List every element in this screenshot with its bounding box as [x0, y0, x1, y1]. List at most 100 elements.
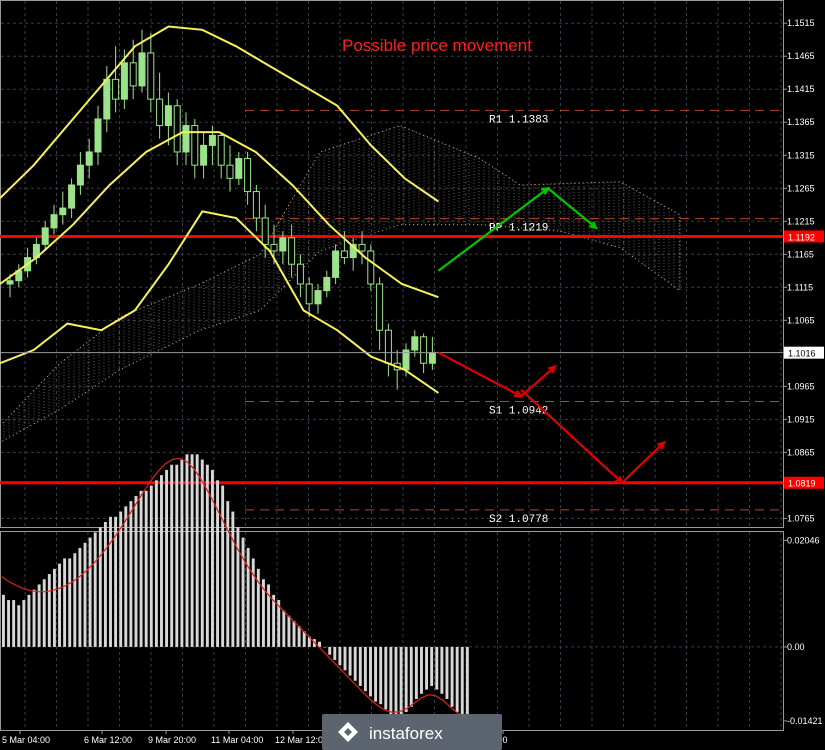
macd-histogram-bar	[129, 501, 133, 647]
x-tick-label: 6 Mar 12:00	[84, 735, 132, 745]
candle-body	[182, 125, 190, 153]
candle-body	[164, 105, 172, 127]
x-tick-label: 5 Mar 04:00	[2, 735, 50, 745]
macd-histogram-bar	[440, 646, 444, 694]
macd-histogram-bar	[414, 646, 418, 699]
y-tick-label: 1.1515	[787, 18, 815, 28]
macd-histogram-bar	[190, 454, 194, 647]
macd-histogram-bar	[353, 646, 357, 681]
macd-histogram-bar	[58, 563, 61, 647]
macd-histogram-bar	[63, 558, 67, 647]
macd-histogram-bar	[154, 480, 158, 647]
candle-body	[68, 184, 76, 209]
y-tick-label: 1.0965	[787, 381, 815, 391]
y-tick-label: 1.1365	[787, 117, 815, 127]
macd-histogram-bar	[47, 574, 51, 647]
macd-histogram-bar	[358, 646, 362, 686]
y-tick-label: 1.1215	[787, 216, 815, 226]
macd-histogram-bar	[78, 548, 82, 647]
macd-histogram-bar	[134, 495, 138, 647]
current-price-label: 1.1016	[788, 349, 816, 359]
macd-histogram-bar	[338, 646, 342, 666]
y-tick-label: 1.1265	[787, 183, 815, 193]
candle-body	[200, 144, 208, 166]
price-chart: 1.1515 1.1465 1.1415 1.1365 1.1315 1.1265 1.12…	[0, 0, 824, 750]
macd-histogram-bar	[369, 646, 372, 697]
macd-histogram-bar	[435, 646, 439, 690]
candle-body	[94, 118, 102, 153]
macd-histogram-bar	[236, 527, 240, 647]
candle-body	[235, 158, 243, 179]
candle-body	[85, 151, 93, 166]
candle-body	[261, 217, 269, 245]
price-marker-label: 1.1192	[788, 232, 815, 242]
macd-histogram-bar	[379, 646, 383, 705]
macd-histogram-bar	[231, 511, 235, 647]
candle-body	[314, 290, 322, 305]
candle-body	[59, 207, 67, 216]
macd-histogram-bar	[445, 646, 449, 699]
y-tick-label: 1.1065	[787, 315, 815, 325]
pivot-level-r1-label: R1 1.1383	[489, 114, 548, 126]
macd-histogram-bar	[333, 646, 337, 660]
y-tick-label: 1.1165	[787, 249, 814, 259]
macd-histogram-bar	[17, 605, 21, 647]
macd-histogram-bar	[195, 454, 199, 647]
macd-histogram-bar	[323, 646, 327, 648]
candle-body	[147, 52, 155, 100]
macd-histogram-bar	[2, 594, 5, 647]
macd-histogram-bar	[465, 646, 469, 719]
macd-histogram-bar	[185, 454, 189, 647]
macd-histogram-bar	[287, 615, 291, 647]
macd-histogram-bar	[297, 626, 301, 647]
macd-histogram-bar	[430, 646, 434, 686]
macd-histogram-bar	[27, 594, 31, 647]
macd-histogram-bar	[404, 646, 408, 712]
macd-histogram-bar	[394, 646, 398, 720]
macd-histogram-bar	[32, 589, 36, 647]
watermark-text: instaforex	[369, 724, 443, 743]
macd-histogram-bar	[246, 548, 250, 647]
macd-histogram-bar	[216, 480, 220, 647]
macd-histogram-bar	[389, 646, 393, 715]
macd-histogram-bar	[348, 646, 352, 676]
macd-histogram-bar	[399, 646, 403, 718]
macd-histogram-bar	[455, 646, 459, 712]
macd-histogram-bar	[409, 646, 413, 707]
macd-y-tick-label: 0.00	[787, 642, 805, 652]
macd-histogram-bar	[37, 584, 41, 647]
macd-histogram-bar	[374, 646, 378, 702]
macd-histogram-bar	[363, 646, 367, 692]
macd-histogram-bar	[425, 646, 429, 690]
macd-histogram-bar	[165, 469, 169, 647]
y-tick-label: 1.1315	[787, 150, 815, 160]
macd-histogram-bar	[22, 600, 26, 647]
candle-body	[376, 283, 384, 331]
macd-histogram-bar	[109, 516, 112, 647]
candle-body	[41, 227, 49, 245]
macd-histogram-bar	[119, 511, 123, 647]
macd-histogram-bar	[52, 568, 56, 647]
macd-histogram-bar	[98, 527, 102, 647]
macd-histogram-bar	[170, 464, 174, 647]
candle-body	[279, 237, 287, 252]
candle-body	[332, 250, 340, 278]
candle-body	[156, 98, 164, 127]
macd-histogram-bar	[226, 501, 230, 647]
candle-body	[120, 62, 128, 100]
candle-body	[340, 250, 348, 259]
candle-body	[226, 164, 234, 179]
candle-body	[305, 283, 313, 305]
chart-title: Possible price movement	[342, 36, 532, 55]
macd-histogram-bar	[241, 537, 245, 647]
macd-histogram-bar	[211, 469, 214, 647]
candle-body	[138, 52, 146, 87]
y-tick-label: 1.0765	[787, 513, 815, 523]
candle-body	[296, 263, 304, 285]
macd-histogram-bar	[384, 646, 388, 710]
candle-body	[420, 336, 428, 364]
candle-body	[288, 237, 296, 265]
macd-histogram-bar	[144, 490, 148, 647]
pivot-level-s2-label: S2 1.0778	[489, 514, 548, 526]
macd-histogram-bar	[103, 521, 107, 647]
